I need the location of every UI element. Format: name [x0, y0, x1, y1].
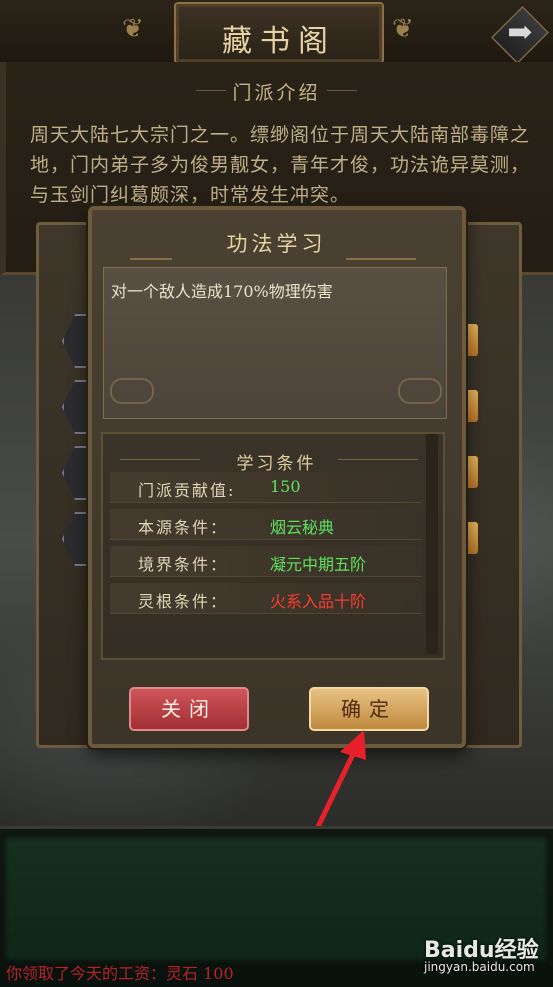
system-message: 你领取了今天的工资：灵石 100: [6, 964, 234, 983]
watermark-url: jingyan.baidu.com: [424, 960, 535, 974]
